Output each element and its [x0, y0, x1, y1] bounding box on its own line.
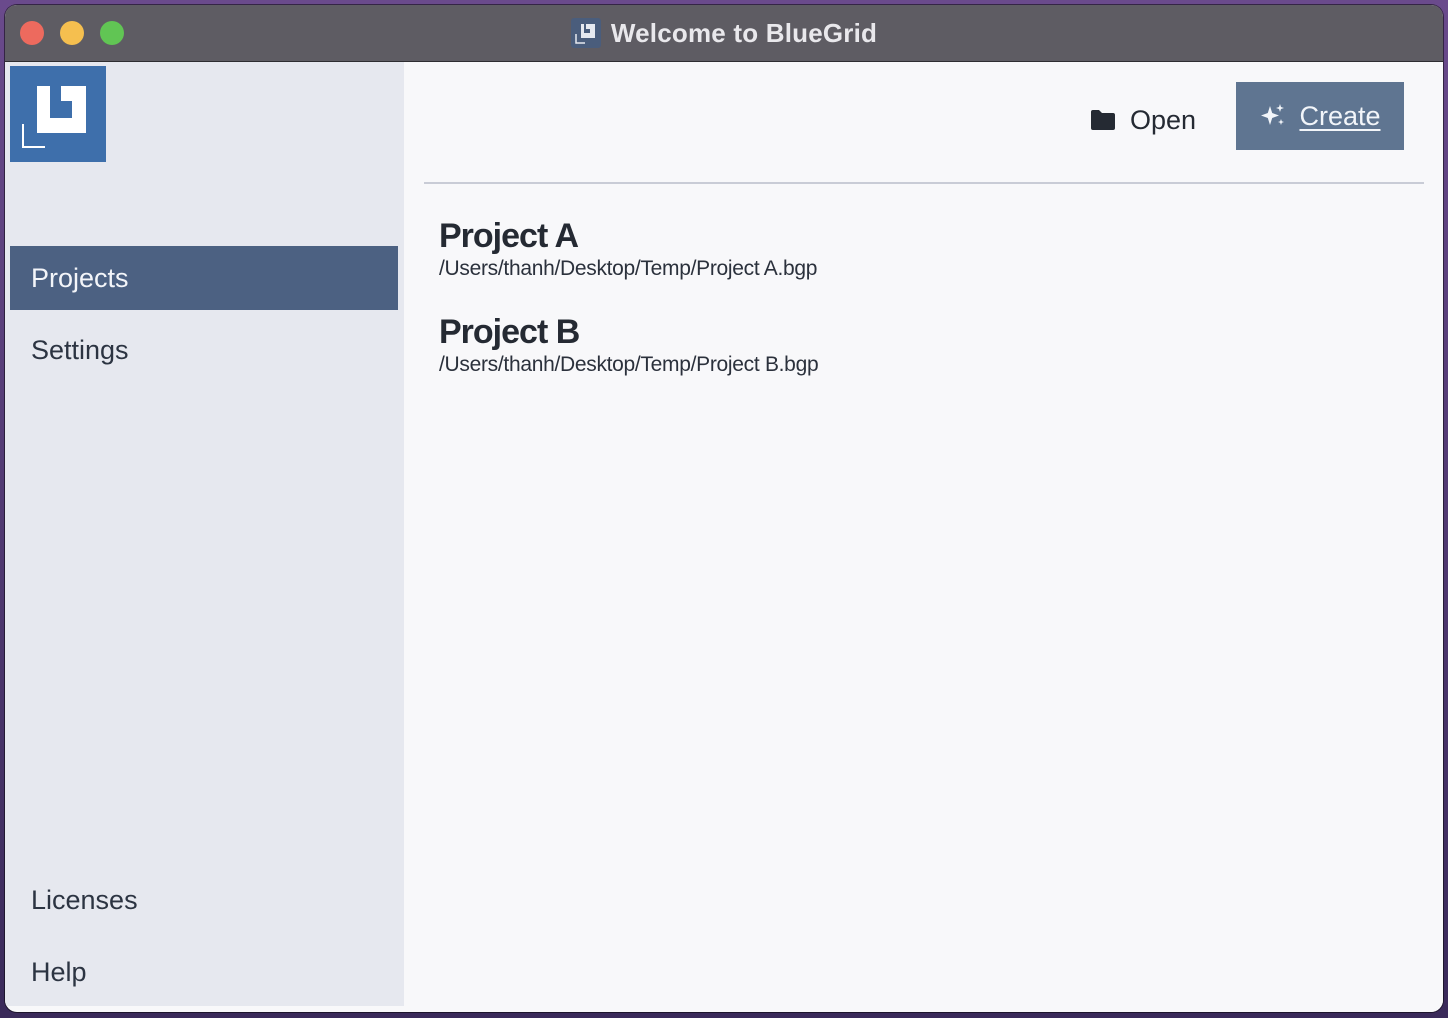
project-item-b[interactable]: Project B /Users/thanh/Desktop/Temp/Proj… — [439, 312, 1339, 378]
logo-icon — [22, 86, 86, 148]
open-button[interactable]: Open — [1090, 86, 1206, 154]
main-content: Open Create Project A /Users/thanh/Deskt… — [404, 62, 1443, 1012]
project-path: /Users/thanh/Desktop/Temp/Project B.bgp — [439, 353, 819, 376]
app-icon — [570, 18, 601, 48]
window-title: Welcome to BlueGrid — [610, 17, 878, 48]
sidebar: Projects Settings Licenses Help — [5, 62, 404, 1006]
sidebar-item-licenses[interactable]: Licenses — [10, 868, 398, 932]
sidebar-item-projects[interactable]: Projects — [10, 246, 398, 310]
project-name: Project B — [439, 313, 580, 351]
bluegrid-logo — [10, 66, 106, 162]
sidebar-item-help[interactable]: Help — [10, 940, 398, 1004]
project-path: /Users/thanh/Desktop/Temp/Project A.bgp — [439, 257, 818, 280]
sidebar-item-label: Projects — [31, 262, 129, 293]
toolbar-divider — [424, 182, 1424, 184]
sidebar-item-label: Help — [31, 956, 87, 987]
app-window: Welcome to BlueGrid Projects Settings Li… — [5, 5, 1443, 1012]
title-bar: Welcome to BlueGrid — [5, 5, 1443, 62]
project-name: Project A — [439, 217, 579, 255]
sidebar-item-label: Settings — [31, 334, 129, 365]
sidebar-item-label: Licenses — [31, 884, 138, 915]
folder-icon — [1090, 109, 1116, 131]
create-button-label: Create — [1299, 100, 1381, 131]
sparkle-icon — [1259, 102, 1287, 130]
sidebar-item-settings[interactable]: Settings — [10, 318, 398, 382]
project-item-a[interactable]: Project A /Users/thanh/Desktop/Temp/Proj… — [439, 216, 1339, 282]
create-button[interactable]: Create — [1236, 82, 1404, 150]
title-group: Welcome to BlueGrid — [5, 5, 1443, 61]
open-button-label: Open — [1130, 104, 1197, 135]
